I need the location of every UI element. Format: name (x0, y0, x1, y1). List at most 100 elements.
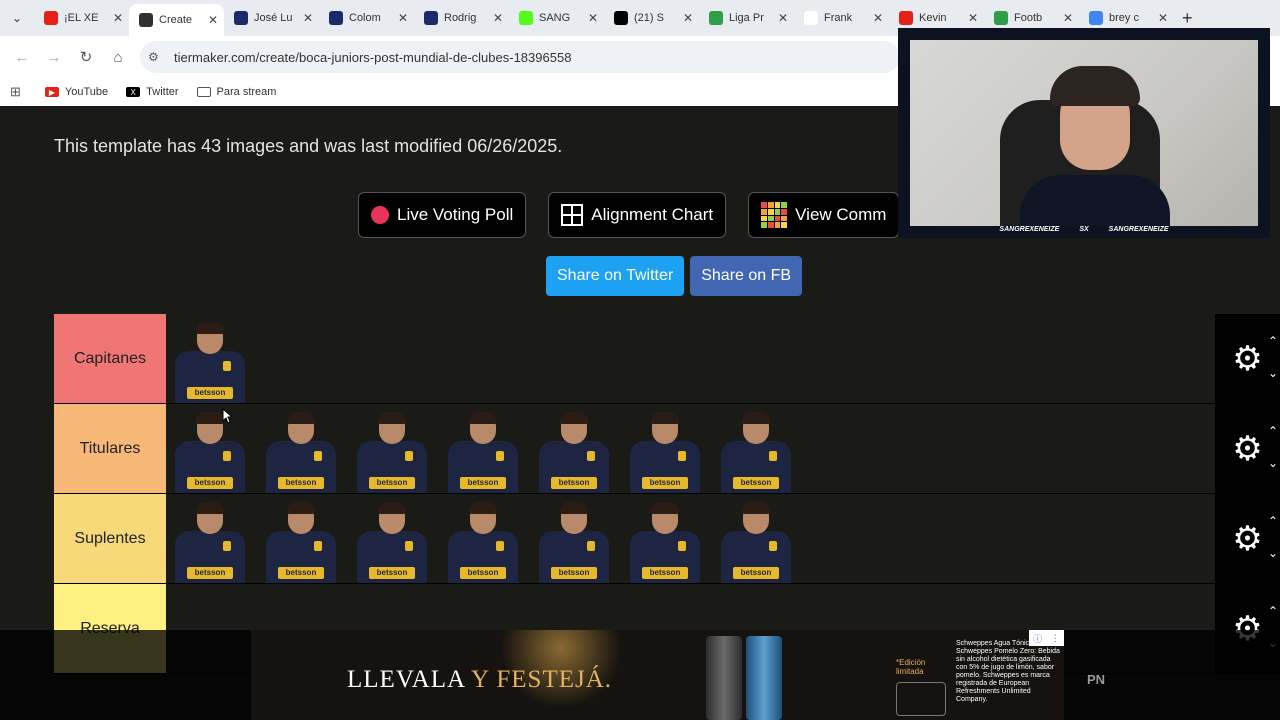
player-card[interactable]: betsson (257, 404, 345, 493)
sponsor-logo: betsson (369, 477, 415, 489)
player-jersey: betsson (357, 531, 427, 583)
share-on-twitter-button[interactable]: Share on Twitter (546, 256, 685, 296)
tier-label[interactable]: Capitanes (54, 314, 166, 403)
browser-tab[interactable]: Rodrig ✕ (414, 4, 509, 32)
tab-search-chevron-icon[interactable]: ⌄ (0, 0, 34, 36)
close-tab-icon[interactable]: ✕ (398, 11, 408, 25)
reload-icon[interactable]: ↻ (70, 41, 102, 73)
move-down-icon[interactable]: ⌄ (1268, 366, 1278, 380)
alignment-chart-button[interactable]: Alignment Chart (548, 192, 727, 238)
player-card[interactable]: betsson (166, 494, 254, 583)
tab-title: Rodrig (444, 12, 477, 24)
player-jersey: betsson (448, 531, 518, 583)
url-text[interactable]: tiermaker.com/create/boca-juniors-post-m… (174, 50, 571, 65)
player-card[interactable]: betsson (257, 494, 345, 583)
ad-menu-icon[interactable]: ⋮ (1051, 633, 1060, 644)
ad-banner[interactable]: LLEVALA Y FESTEJÁ. *Edición limitada Sch… (251, 630, 1064, 720)
bookmark-para-stream[interactable]: Para stream (196, 86, 276, 98)
close-tab-icon[interactable]: ✕ (493, 11, 503, 25)
caption-tiktok-handle: SANGREXENEIZE (1108, 225, 1169, 233)
player-card[interactable]: betsson (166, 404, 254, 493)
site-info-icon[interactable]: ⚙ (148, 50, 168, 64)
close-tab-icon[interactable]: ✕ (968, 11, 978, 25)
player-card[interactable]: betsson (712, 404, 800, 493)
tier-label[interactable]: Suplentes (54, 494, 166, 583)
browser-tab[interactable]: ¡EL XE ✕ (34, 4, 129, 32)
home-icon[interactable]: ⌂ (102, 41, 134, 73)
bookmark-youtube[interactable]: ▶ YouTube (44, 86, 108, 98)
player-card[interactable]: betsson (348, 404, 436, 493)
player-card[interactable]: betsson (712, 494, 800, 583)
close-tab-icon[interactable]: ✕ (1063, 11, 1073, 25)
move-down-icon[interactable]: ⌄ (1268, 456, 1278, 470)
browser-tab[interactable]: SANG ✕ (509, 4, 604, 32)
close-tab-icon[interactable]: ✕ (1158, 11, 1168, 25)
browser-tab[interactable]: (21) S ✕ (604, 4, 699, 32)
player-card[interactable]: betsson (439, 404, 527, 493)
move-up-icon[interactable]: ⌃ (1268, 334, 1278, 348)
browser-tab[interactable]: Liga Pr ✕ (699, 4, 794, 32)
player-card[interactable]: betsson (621, 494, 709, 583)
player-jersey: betsson (630, 531, 700, 583)
player-card[interactable]: betsson (348, 494, 436, 583)
live-voting-poll-button[interactable]: Live Voting Poll (358, 192, 527, 238)
feature-buttons: Live Voting Poll Alignment Chart View Co… (358, 192, 900, 238)
gear-icon[interactable]: ⚙ (1232, 342, 1262, 376)
browser-tab[interactable]: Create ✕ (129, 4, 224, 36)
sponsor-logo: betsson (187, 387, 233, 399)
move-up-icon[interactable]: ⌃ (1268, 424, 1278, 438)
sponsor-logo: betsson (733, 567, 779, 579)
club-crest-icon (769, 541, 777, 551)
share-on-fb-button[interactable]: Share on FB (690, 256, 803, 296)
apps-grid-icon[interactable]: ⊞ (10, 84, 21, 100)
player-hair (287, 502, 315, 514)
ad-info-icon[interactable]: ⓘ (1033, 632, 1042, 645)
bookmark-twitter[interactable]: X Twitter (126, 86, 179, 98)
tier-label[interactable]: Titulares (54, 404, 166, 493)
forward-arrow-icon[interactable]: → (38, 41, 70, 73)
gear-icon[interactable]: ⚙ (1232, 522, 1262, 556)
new-tab-plus-icon[interactable]: + (1182, 8, 1193, 29)
player-hair (378, 412, 406, 424)
close-tab-icon[interactable]: ✕ (113, 11, 123, 25)
player-card[interactable]: betsson (621, 404, 709, 493)
tier-items-dropzone[interactable]: betsson betsson betsson betsson betsson betss… (166, 494, 1215, 583)
kick-icon (519, 11, 533, 25)
youtube-icon (44, 11, 58, 25)
close-tab-icon[interactable]: ✕ (208, 13, 218, 27)
close-tab-icon[interactable]: ✕ (683, 11, 693, 25)
tier-items-dropzone[interactable]: betsson betsson betsson betsson betsson betss… (166, 404, 1215, 493)
player-card[interactable]: betsson (530, 494, 618, 583)
club-crest-icon (678, 541, 686, 551)
close-tab-icon[interactable]: ✕ (588, 11, 598, 25)
browser-tab[interactable]: Frank ✕ (794, 4, 889, 32)
browser-tab[interactable]: Colom ✕ (319, 4, 414, 32)
gear-icon[interactable]: ⚙ (1232, 432, 1262, 466)
player-jersey: betsson (630, 441, 700, 493)
tier-items-dropzone[interactable]: betsson (166, 314, 1215, 403)
close-tab-icon[interactable]: ✕ (873, 11, 883, 25)
tab-title: Frank (824, 12, 853, 24)
browser-tab[interactable]: José Lu ✕ (224, 4, 319, 32)
tab-title: Liga Pr (729, 12, 764, 24)
ad-choices[interactable]: ⓘ ⋮ (1029, 630, 1064, 646)
ad-edicion-text: *Edición limitada (896, 658, 926, 676)
player-card[interactable]: betsson (530, 404, 618, 493)
player-card[interactable]: betsson (166, 314, 254, 403)
close-tab-icon[interactable]: ✕ (303, 11, 313, 25)
move-up-icon[interactable]: ⌃ (1268, 514, 1278, 528)
alignment-chart-label: Alignment Chart (591, 205, 714, 224)
player-card[interactable]: betsson (439, 494, 527, 583)
close-tab-icon[interactable]: ✕ (778, 11, 788, 25)
view-community-label: View Comm (795, 205, 887, 224)
view-community-button[interactable]: View Comm (748, 192, 900, 238)
screen: ⌄ ¡EL XE ✕ Create ✕ José Lu ✕ Colom ✕ Rodrig ✕ SAN… (0, 0, 1280, 720)
streamer-body (1020, 175, 1170, 226)
back-arrow-icon[interactable]: ← (6, 41, 38, 73)
bookmark-label: Twitter (146, 86, 179, 98)
move-down-icon[interactable]: ⌄ (1268, 546, 1278, 560)
player-jersey: betsson (448, 441, 518, 493)
sponsor-logo: betsson (642, 567, 688, 579)
move-up-icon[interactable]: ⌃ (1268, 604, 1278, 618)
address-bar[interactable]: ⚙ tiermaker.com/create/boca-juniors-post… (140, 41, 900, 73)
